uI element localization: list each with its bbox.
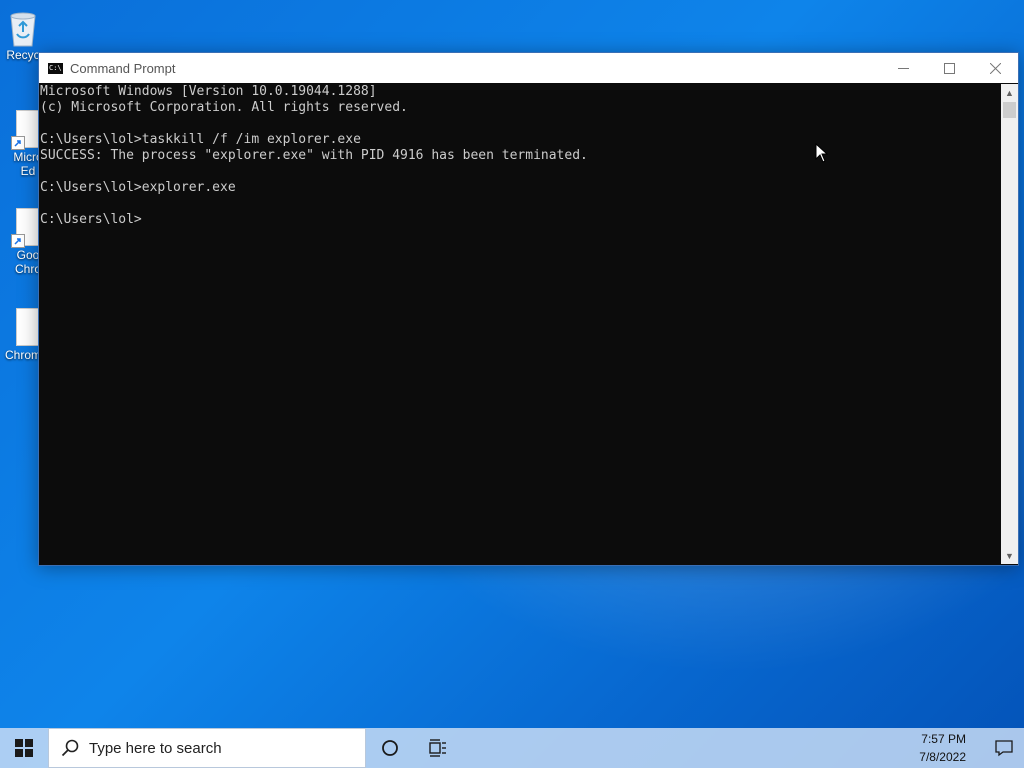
notification-icon: [995, 740, 1013, 757]
console-prompt-line: C:\Users\lol>: [40, 212, 142, 227]
console-line: Microsoft Windows [Version 10.0.19044.12…: [40, 84, 377, 99]
cortana-circle-icon: [382, 740, 398, 756]
window-titlebar[interactable]: C:\ Command Prompt: [39, 53, 1018, 83]
scroll-thumb[interactable]: [1003, 102, 1016, 118]
close-icon: [989, 62, 1001, 74]
command-prompt-window[interactable]: C:\ Command Prompt Microsoft Windows [Ve…: [38, 52, 1019, 566]
recycle-bin-icon: [6, 8, 40, 48]
cortana-button[interactable]: [366, 728, 414, 768]
minimize-icon: [897, 67, 909, 69]
scroll-up-arrow-icon[interactable]: ▲: [1001, 84, 1018, 101]
maximize-icon: [943, 62, 955, 74]
action-center-button[interactable]: [984, 728, 1024, 768]
vertical-scrollbar[interactable]: ▲ ▼: [1001, 84, 1018, 564]
task-view-icon: [429, 739, 446, 757]
shortcut-arrow-icon: [11, 234, 25, 248]
mouse-cursor-icon: [815, 143, 829, 163]
console-line: SUCCESS: The process "explorer.exe" with…: [40, 148, 588, 163]
start-button[interactable]: [0, 728, 48, 768]
search-placeholder: Type here to search: [89, 739, 222, 757]
minimize-button[interactable]: [880, 53, 926, 83]
scroll-down-arrow-icon[interactable]: ▼: [1001, 547, 1018, 564]
window-controls: [880, 53, 1018, 83]
clock-time: 7:57 PM: [921, 732, 966, 746]
search-icon: [61, 739, 79, 757]
console-line: C:\Users\lol>explorer.exe: [40, 180, 236, 195]
desktop-icon-label: Recyc: [6, 48, 40, 62]
taskbar-search-box[interactable]: Type here to search: [48, 728, 366, 768]
console-output[interactable]: Microsoft Windows [Version 10.0.19044.12…: [39, 84, 1002, 564]
console-line: (c) Microsoft Corporation. All rights re…: [40, 100, 408, 115]
clock-date: 7/8/2022: [919, 750, 966, 764]
clock[interactable]: 7:57 PM 7/8/2022: [919, 730, 966, 766]
desktop-icon-label: Chrom: [4, 348, 41, 362]
close-button[interactable]: [972, 53, 1018, 83]
shortcut-arrow-icon: [11, 136, 25, 150]
console-line: C:\Users\lol>taskkill /f /im explorer.ex…: [40, 132, 361, 147]
windows-logo-icon: [15, 739, 33, 757]
cmd-icon: C:\: [48, 62, 63, 74]
taskbar: Type here to search 7:57 PM 7/8/2022: [0, 728, 1024, 768]
window-title: Command Prompt: [70, 60, 176, 76]
task-view-button[interactable]: [414, 728, 462, 768]
system-tray: 7:57 PM 7/8/2022: [919, 728, 1024, 768]
maximize-button[interactable]: [926, 53, 972, 83]
